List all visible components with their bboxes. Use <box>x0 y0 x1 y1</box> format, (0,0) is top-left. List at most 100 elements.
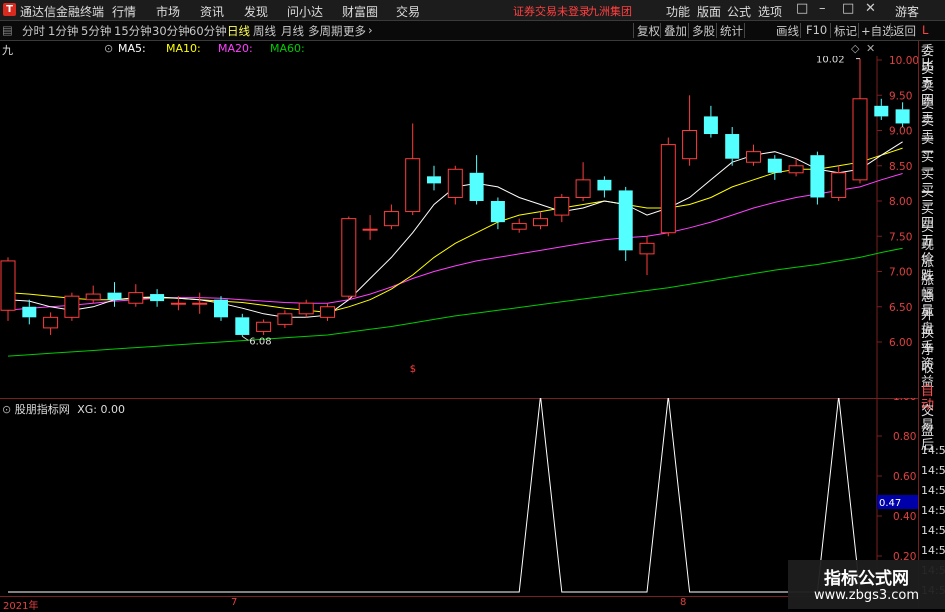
f10-button[interactable]: F10 <box>806 23 827 37</box>
candle-body-up <box>405 158 421 213</box>
trade-time: 14:5 <box>921 444 945 457</box>
signal-marker: $ <box>410 364 416 375</box>
candle-body-down <box>618 190 633 251</box>
menu-item-zixun[interactable]: 资讯 <box>200 3 224 20</box>
mark-button[interactable]: 标记 <box>834 23 857 39</box>
period-15min[interactable]: 15分钟 <box>114 23 152 39</box>
title-bar: T 通达信金融终端 行情 市场 资讯 发现 问小达 财富圈 交易 证券交易未登录… <box>0 0 945 21</box>
chevron-right-icon[interactable]: › <box>368 23 373 37</box>
period-monthly[interactable]: 月线 <box>281 23 304 39</box>
candle-body-down <box>107 292 122 300</box>
diamond-icon[interactable]: ◇ <box>851 42 859 55</box>
close-icon[interactable]: ✕ <box>865 1 876 16</box>
candle-body-up <box>128 292 144 304</box>
candle-body-down <box>874 105 889 117</box>
candle-body-up <box>362 228 378 231</box>
candle-body-up <box>852 98 868 181</box>
candle-body-up <box>170 302 186 305</box>
current-value-label: 0.47 <box>879 498 901 509</box>
menu-item-caifuquan[interactable]: 财富圈 <box>342 3 378 20</box>
candle-body-up <box>554 196 570 216</box>
period-daily[interactable]: 日线 <box>227 23 250 39</box>
current-stock-name: 九洲集团 <box>588 5 632 18</box>
candle-body-down <box>490 201 505 223</box>
candle-body-up <box>788 165 804 174</box>
trade-login-alert[interactable]: 证券交易未登录 <box>513 3 590 19</box>
menu-item-shichang[interactable]: 市场 <box>156 3 180 20</box>
close-panel-icon[interactable]: ✕ <box>866 42 875 55</box>
candle-body-down <box>767 158 782 173</box>
candle-body-up <box>660 144 676 234</box>
high-price-label: 10.02 <box>816 56 845 66</box>
level-l-icon[interactable]: L <box>922 23 928 37</box>
candle-body-down <box>214 299 228 318</box>
options-menu[interactable]: 选项 <box>758 3 782 20</box>
price-tick-label: 9.00 <box>889 126 912 138</box>
toolbar-divider <box>633 23 634 38</box>
candle-body-down <box>427 176 441 184</box>
window-button-icon[interactable]: □ <box>796 1 808 16</box>
candle-body-down <box>235 317 250 335</box>
candle-body-up <box>85 293 101 301</box>
statistics-button[interactable]: 统计 <box>720 23 743 39</box>
candle-body-up <box>533 218 548 227</box>
price-tick-label: 10.00 <box>889 56 918 67</box>
candle-body-up <box>575 179 591 198</box>
info-toggle-icon[interactable]: ⊙ <box>104 42 113 55</box>
candle-body-up <box>256 321 272 332</box>
candle-body-up <box>298 302 314 315</box>
toolbar-divider <box>744 23 745 38</box>
formula-menu[interactable]: 公式 <box>727 3 751 20</box>
period-fenshi[interactable]: 分时 <box>22 23 45 39</box>
menu-item-wenxiaoda[interactable]: 问小达 <box>287 3 323 20</box>
maximize-icon[interactable]: □ <box>842 1 854 16</box>
candle-body-down <box>22 306 37 318</box>
period-60min[interactable]: 60分钟 <box>189 23 227 39</box>
minimize-icon[interactable]: – <box>819 1 826 16</box>
price-tick-label: 8.50 <box>889 161 912 173</box>
period-weekly[interactable]: 周线 <box>253 23 276 39</box>
period-more[interactable]: 更多 <box>343 23 366 39</box>
function-menu[interactable]: 功能 <box>666 3 690 20</box>
app-title: 通达信金融终端 <box>20 5 105 19</box>
layout-menu[interactable]: 版面 <box>697 3 721 20</box>
indicator-tick-label: 0.40 <box>893 511 916 523</box>
low-price-label: 6.08 <box>249 336 271 347</box>
candle-body-down <box>150 294 165 302</box>
period-1min[interactable]: 1分钟 <box>48 23 78 39</box>
candle-body-down <box>469 172 484 201</box>
axis-label-month: 8 <box>680 597 687 608</box>
toolbar-divider <box>858 23 859 38</box>
restore-rights-button[interactable]: 复权 <box>637 23 660 39</box>
indicator-tick-label: 1.00 <box>893 398 916 403</box>
price-tick-label: 8.00 <box>889 196 912 208</box>
user-label[interactable]: 游客 <box>895 3 919 20</box>
draw-line-button[interactable]: 画线 <box>776 23 799 39</box>
candle-body-up <box>746 151 761 163</box>
period-toolbar: ▤ 分时 1分钟 5分钟 15分钟 30分钟 60分钟 日线 周线 月线 多周期… <box>0 21 945 41</box>
price-tick-label: 7.00 <box>889 267 912 279</box>
axis-label-month: 7 <box>231 597 238 608</box>
menu-item-faxian[interactable]: 发现 <box>244 3 268 20</box>
kline-chart[interactable]: 10.00 9.50 9.00 8.50 8.00 7.50 7.00 6.50 6.00 10… <box>0 56 918 398</box>
back-button[interactable]: 返回 <box>893 23 916 39</box>
period-30min[interactable]: 30分钟 <box>152 23 190 39</box>
menu-item-hangqing[interactable]: 行情 <box>112 3 136 20</box>
candle-body-up <box>277 313 293 325</box>
watermark-url: www.zbgs3.com <box>813 588 920 603</box>
candle-body-up <box>831 172 847 198</box>
candle-body-up <box>64 295 80 318</box>
period-multi[interactable]: 多周期 <box>308 23 343 39</box>
xg-signal-line <box>8 398 903 593</box>
toolbar-divider <box>688 23 689 38</box>
multi-stock-button[interactable]: 多股 <box>692 23 715 39</box>
trade-time: 14:5 <box>921 484 945 497</box>
toolbar-menu-icon[interactable]: ▤ <box>2 23 13 37</box>
candle-body-down <box>725 134 740 159</box>
indicator-chart[interactable]: 1.000.800.600.400.200.47 <box>0 398 918 596</box>
watermark-badge: 指标公式网 www.zbgs3.com <box>788 560 945 609</box>
overlay-button[interactable]: 叠加 <box>664 23 687 39</box>
add-favorite-button[interactable]: +自选 <box>861 23 894 39</box>
menu-item-jiaoyi[interactable]: 交易 <box>396 3 420 20</box>
period-5min[interactable]: 5分钟 <box>81 23 111 39</box>
